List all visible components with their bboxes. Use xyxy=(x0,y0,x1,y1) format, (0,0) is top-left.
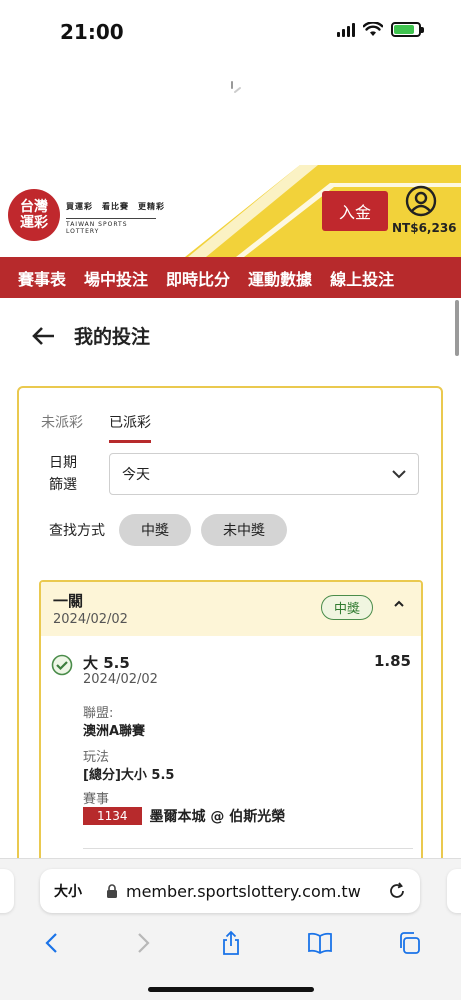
nav-item-live-betting[interactable]: 場中投注 xyxy=(66,266,148,290)
account-balance: NT$6,236 xyxy=(392,221,457,235)
tab-settled[interactable]: 已派彩 xyxy=(109,412,151,443)
selection-date: 2024/02/02 xyxy=(83,672,158,687)
text-size-button[interactable]: 大小 xyxy=(54,881,82,901)
bet-ticket-header[interactable]: 一關 2024/02/02 中獎 xyxy=(41,582,421,636)
url-text: member.sportslottery.com.tw xyxy=(126,881,361,901)
page-title: 我的投注 xyxy=(74,326,151,348)
browser-toolbar xyxy=(0,923,461,963)
english-name: TAIWAN SPORTS LOTTERY xyxy=(66,218,156,235)
league-label: 聯盟: xyxy=(83,706,114,721)
status-bar: 21:00 xyxy=(0,0,461,60)
search-method-label: 查找方式 xyxy=(49,523,105,539)
date-filter-label: 日期 篩選 xyxy=(49,455,77,493)
nav-item-live-scores[interactable]: 即時比分 xyxy=(148,266,230,290)
bet-date: 2024/02/02 xyxy=(53,612,128,627)
nav-item-sports-data[interactable]: 運動數據 xyxy=(230,266,312,290)
date-select[interactable]: 今天 xyxy=(109,453,419,495)
forward-icon[interactable] xyxy=(129,930,155,956)
main-nav: 賽事表 場中投注 即時比分 運動數據 線上投注 xyxy=(0,257,461,298)
check-circle-icon xyxy=(51,654,73,676)
status-time: 21:00 xyxy=(60,20,124,44)
play-label: 玩法 xyxy=(83,750,110,765)
play-value: [總分]大小 5.5 xyxy=(83,768,175,783)
share-icon[interactable] xyxy=(218,930,244,956)
page-title-row: 我的投注 xyxy=(32,322,150,349)
previous-tab[interactable] xyxy=(0,869,14,913)
battery-icon xyxy=(391,22,424,37)
status-icons xyxy=(337,22,424,37)
nav-item-online-betting[interactable]: 線上投注 xyxy=(312,266,394,290)
league-value: 澳洲A聯賽 xyxy=(83,724,146,739)
bet-ticket: 一關 2024/02/02 中獎 大 5.5 2024/02/02 1.85 聯… xyxy=(39,580,423,880)
selection-odds: 1.85 xyxy=(373,652,411,670)
address-bar[interactable]: 大小 member.sportslottery.com.tw xyxy=(40,869,420,913)
wifi-icon xyxy=(363,22,383,36)
match-number: 1134 xyxy=(83,807,142,825)
deposit-button[interactable]: 入金 xyxy=(322,191,388,231)
match-name: 墨爾本城 @ 伯斯光榮 xyxy=(149,809,286,825)
search-method-row: 查找方式 中獎 未中獎 xyxy=(49,514,287,546)
bookmarks-icon[interactable] xyxy=(307,930,333,956)
back-icon[interactable] xyxy=(40,930,66,956)
cellular-signal-icon xyxy=(337,22,355,37)
date-select-value: 今天 xyxy=(122,467,150,483)
event-label: 賽事 xyxy=(83,792,110,807)
settlement-tabs: 未派彩 已派彩 xyxy=(41,412,151,443)
site-logo[interactable]: 台灣 運彩 xyxy=(8,189,60,241)
nav-item-schedule[interactable]: 賽事表 xyxy=(0,266,66,290)
selection-name: 大 5.5 xyxy=(83,654,130,672)
bet-type: 一關 xyxy=(53,592,84,610)
divider xyxy=(83,848,413,849)
filter-won-button[interactable]: 中獎 xyxy=(119,514,191,546)
home-indicator xyxy=(148,987,314,992)
match-row: 1134 墨爾本城 @ 伯斯光榮 xyxy=(83,806,285,826)
lock-icon xyxy=(107,884,117,898)
filter-lost-button[interactable]: 未中獎 xyxy=(201,514,287,546)
loading-spinner-icon xyxy=(231,81,241,93)
reload-icon[interactable] xyxy=(388,882,406,900)
tab-unsettled[interactable]: 未派彩 xyxy=(41,412,83,443)
next-tab[interactable] xyxy=(447,869,461,913)
chevron-up-icon[interactable] xyxy=(393,598,405,610)
scrollbar[interactable] xyxy=(455,300,459,356)
tabs-icon[interactable] xyxy=(396,930,422,956)
chevron-down-icon xyxy=(392,470,406,479)
slogan: 買運彩 看比賽 更精彩 xyxy=(66,202,165,211)
back-arrow-icon[interactable] xyxy=(32,326,56,346)
logo-wordmark: 買運彩 看比賽 更精彩 TAIWAN SPORTS LOTTERY xyxy=(66,201,165,235)
status-badge: 中獎 xyxy=(321,595,374,620)
site-header: 台灣 運彩 買運彩 看比賽 更精彩 TAIWAN SPORTS LOTTERY … xyxy=(0,165,461,257)
date-filter: 日期 篩選 今天 xyxy=(49,452,419,496)
browser-bottom-bar: 大小 member.sportslottery.com.tw xyxy=(0,858,461,1000)
user-account-icon[interactable] xyxy=(405,185,437,217)
